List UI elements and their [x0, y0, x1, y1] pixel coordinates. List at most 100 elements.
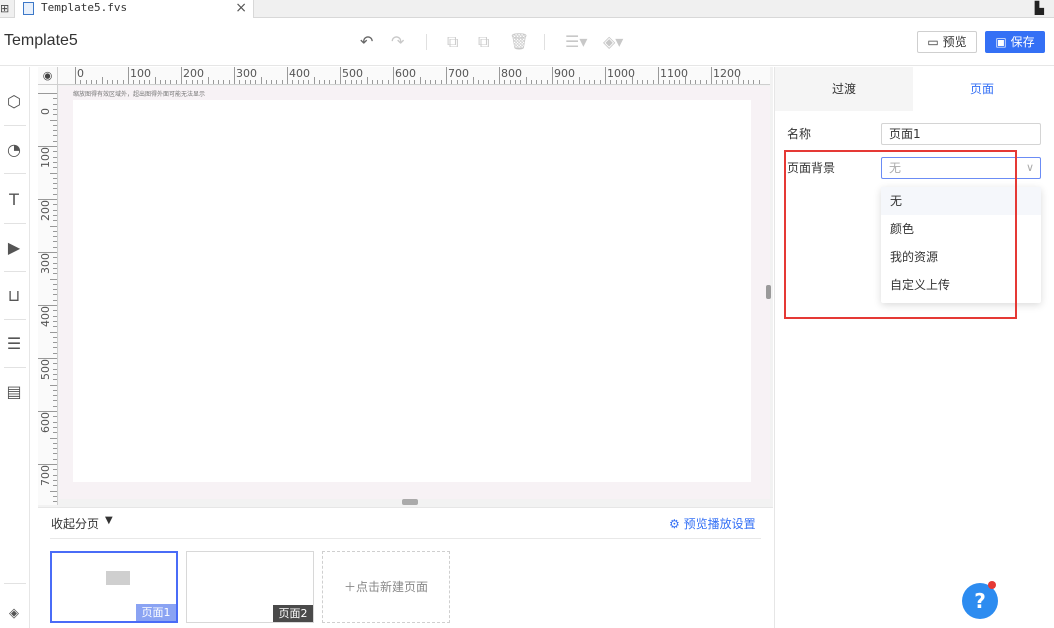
send-backward-icon[interactable]: ⧉: [478, 32, 489, 52]
canvas-area: ◉ 0 100 200 300 400 500 600 700 800 900 1000 1100 12…: [38, 67, 773, 507]
undo-icon[interactable]: ↶: [360, 32, 373, 51]
ruler-tick: [53, 469, 57, 471]
ruler-tick: [302, 80, 304, 84]
tab-transition[interactable]: 过渡: [775, 67, 913, 111]
ruler-top-label: 600: [395, 67, 416, 80]
ruler-tick: [340, 67, 341, 84]
ruler-tick: [50, 225, 57, 227]
ruler-tick: [53, 432, 57, 434]
tab-page[interactable]: 页面: [913, 67, 1051, 111]
ruler-tick: [742, 80, 744, 84]
highlight-box: [784, 150, 1017, 319]
page-thumbnail-2[interactable]: 页面2: [186, 551, 314, 623]
window-menu-icon[interactable]: ⊞: [0, 2, 12, 16]
bring-forward-icon[interactable]: ⧉: [447, 32, 458, 52]
ruler-tick: [53, 479, 57, 481]
inbox-icon[interactable]: ⊔: [3, 285, 25, 307]
ruler-tick: [53, 114, 57, 116]
play-settings-link[interactable]: ⚙ 预览播放设置: [669, 515, 756, 532]
new-page-button[interactable]: ＋点击新建页面: [322, 551, 450, 623]
ruler-tick: [202, 80, 204, 84]
thumbnail-preview: [106, 571, 130, 585]
close-icon[interactable]: ×: [235, 0, 247, 16]
layers-panel-icon[interactable]: ◈: [3, 603, 25, 625]
ruler-tick: [53, 458, 57, 460]
ruler-tick: [355, 80, 357, 84]
ruler-tick: [636, 80, 638, 84]
eye-icon[interactable]: ◉: [38, 67, 58, 85]
horizontal-scrollbar[interactable]: [402, 499, 418, 505]
canvas-workspace[interactable]: 缩放图得有效区域外，超出图得外面可能无法显示: [59, 86, 770, 499]
ruler-tick: [589, 80, 591, 84]
ruler-tick: [53, 161, 57, 163]
ruler-tick: [626, 80, 628, 84]
ruler-tick: [297, 80, 299, 84]
canvas-page[interactable]: [73, 100, 751, 482]
save-button[interactable]: ▣ 保存: [985, 31, 1045, 53]
ruler-tick: [117, 80, 119, 84]
file-tab[interactable]: Template5.fvs ×: [14, 0, 254, 18]
ruler-tick: [605, 67, 606, 84]
sidebar-divider: [4, 223, 26, 224]
ruler-top-label: 900: [554, 67, 575, 80]
ruler-tick: [53, 98, 57, 100]
ruler-top-label: 500: [342, 67, 363, 80]
ruler-left-label: 400: [39, 306, 52, 327]
ruler-tick: [658, 67, 659, 84]
ruler-tick: [424, 80, 426, 84]
ruler-tick: [112, 80, 114, 84]
ruler-tick: [382, 80, 384, 84]
toolbar-divider: [426, 34, 427, 50]
ruler-tick: [483, 80, 485, 84]
chevron-down-icon: ∨: [1025, 161, 1034, 174]
layers-icon[interactable]: ◈▾: [603, 32, 623, 51]
preview-button[interactable]: ▭ 预览: [917, 31, 977, 53]
ruler-top: 0 100 200 300 400 500 600 700 800 900 1000 1100 1200: [58, 67, 770, 85]
ruler-tick: [493, 80, 495, 84]
ruler-top-label: 100: [130, 67, 151, 80]
text-icon[interactable]: T: [3, 189, 25, 211]
ruler-tick: [53, 389, 57, 391]
ruler-tick: [38, 464, 57, 465]
ruler-tick: [514, 80, 516, 84]
ruler-tick: [620, 80, 622, 84]
video-icon[interactable]: ▶: [3, 237, 25, 259]
ruler-tick: [165, 80, 167, 84]
ruler-tick: [53, 177, 57, 179]
ruler-tick: [53, 315, 57, 317]
pin-icon[interactable]: ▙: [1035, 1, 1044, 15]
ruler-tick: [393, 67, 394, 84]
page-thumbnail-label: 页面1: [136, 604, 176, 621]
ruler-tick: [53, 241, 57, 243]
ruler-tick: [53, 204, 57, 206]
pie-chart-icon[interactable]: ◔: [3, 139, 25, 161]
ruler-tick: [228, 80, 230, 84]
toolbar-divider: [544, 34, 545, 50]
redo-icon[interactable]: ↷: [391, 32, 404, 51]
page-name-input[interactable]: 页面1: [881, 123, 1041, 145]
ruler-top-label: 0: [77, 67, 84, 80]
ruler-tick: [53, 108, 57, 110]
align-icon[interactable]: ☰▾: [565, 32, 587, 51]
ruler-tick: [207, 77, 209, 84]
ruler-tick: [700, 80, 702, 84]
page-thumbnail-1[interactable]: 页面1: [50, 551, 178, 623]
table-icon[interactable]: ☰: [3, 333, 25, 355]
ruler-left-label: 600: [39, 412, 52, 433]
ruler-tick: [557, 80, 559, 84]
vertical-scrollbar[interactable]: [766, 285, 771, 299]
save-label: 保存: [1010, 35, 1035, 49]
delete-icon[interactable]: 🗑: [509, 32, 529, 51]
ruler-tick: [477, 80, 479, 84]
cube-icon[interactable]: ⬡: [3, 91, 25, 113]
ruler-tick: [50, 119, 57, 121]
ruler-tick: [133, 80, 135, 84]
sidebar-divider: [4, 271, 26, 272]
collapse-pages-toggle[interactable]: 收起分页: [51, 515, 99, 532]
ruler-tick: [53, 405, 57, 407]
caret-down-icon[interactable]: ▼: [105, 515, 113, 526]
ruler-tick: [53, 262, 57, 264]
ruler-tick: [334, 80, 336, 84]
archive-icon[interactable]: ▤: [3, 381, 25, 403]
ruler-tick: [53, 220, 57, 222]
